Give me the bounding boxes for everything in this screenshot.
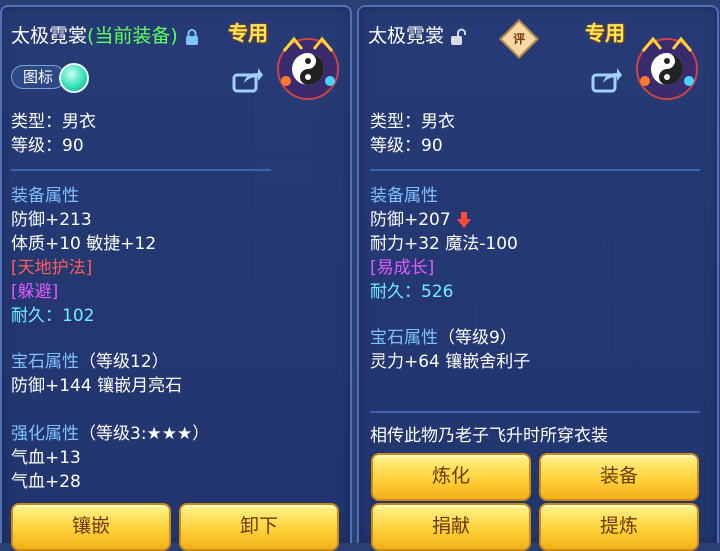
equipped-status: (当前装备): [87, 25, 178, 47]
equipped-item-panel: 太极霓裳(当前装备) 专用 图标 类型：男衣 等级：90 装备属性 防御+213…: [0, 5, 352, 551]
enhance-level: （等级3:★★★）: [79, 424, 210, 444]
compare-item-panel: 太极霓裳 评 专用 类型：男衣 等级：90 装备属性 防御+207 耐力+32 …: [357, 5, 719, 551]
divider: [370, 411, 700, 413]
durability: 耐久：526: [370, 282, 454, 302]
taiji-emblem-icon: [636, 36, 698, 100]
special-skill: [易成长]: [370, 258, 435, 278]
item-name: 太极霓裳: [11, 25, 88, 47]
rate-badge[interactable]: 评: [499, 19, 539, 59]
gem-level: （等级9）: [438, 328, 517, 348]
enhance-attr-line: 强化属性（等级3:★★★）: [11, 423, 209, 445]
base-stats: 体质+10 敏捷+12: [11, 234, 157, 254]
unlock-icon: [451, 28, 467, 45]
base-stats: 耐力+32 魔法-100: [370, 234, 518, 254]
taiji-emblem-icon: [277, 36, 339, 100]
item-name: 太极霓裳: [368, 25, 445, 47]
share-icon[interactable]: [591, 67, 623, 93]
icon-toggle[interactable]: 图标: [11, 63, 93, 93]
divider: [370, 169, 700, 171]
gem-detail: 灵力+64 镶嵌舍利子: [370, 352, 531, 372]
gem-header: 宝石属性: [11, 352, 79, 372]
toggle-knob-icon: [59, 63, 89, 93]
red-down-arrow-icon: [457, 212, 472, 228]
gem-header: 宝石属性: [370, 328, 438, 348]
refine-button[interactable]: 炼化: [371, 453, 531, 501]
special-tag: 专用: [228, 21, 268, 45]
attr-header: 装备属性: [370, 186, 438, 206]
enhance-stat-2: 气血+28: [11, 472, 81, 492]
enhance-stat-1: 气血+13: [11, 448, 81, 468]
special-tag: 专用: [585, 21, 625, 45]
attr-header: 装备属性: [11, 186, 79, 206]
gem-attr-line: 宝石属性（等级12）: [11, 351, 169, 373]
donate-button[interactable]: 捐献: [371, 503, 531, 551]
divider: [11, 169, 271, 171]
lock-icon: [185, 28, 198, 45]
item-title: 太极霓裳(当前装备): [11, 21, 200, 48]
defense-stat: 防御+213: [11, 210, 92, 230]
icon-toggle-label: 图标: [11, 65, 65, 89]
unequip-button[interactable]: 卸下: [179, 503, 339, 551]
gem-attr-line: 宝石属性（等级9）: [370, 327, 517, 349]
type-line: 类型：男衣: [370, 112, 455, 132]
rate-badge-label: 评: [512, 32, 525, 46]
level-line: 等级：90: [370, 136, 443, 156]
type-line: 类型：男衣: [11, 112, 96, 132]
special-skill: [天地护法]: [11, 258, 93, 278]
share-icon[interactable]: [232, 67, 264, 93]
durability: 耐久：102: [11, 306, 95, 326]
equip-button[interactable]: 装备: [539, 453, 699, 501]
special-effect: [躲避]: [11, 282, 59, 302]
inlay-button[interactable]: 镶嵌: [11, 503, 171, 551]
extract-button[interactable]: 提炼: [539, 503, 699, 551]
item-description: 相传此物乃老子飞升时所穿衣装: [370, 426, 608, 446]
gem-level: （等级12）: [79, 352, 169, 372]
defense-stat: 防御+207: [370, 210, 451, 230]
item-title: 太极霓裳: [368, 21, 468, 48]
defense-line: 防御+207: [370, 209, 472, 231]
enhance-header: 强化属性: [11, 424, 79, 444]
gem-detail: 防御+144 镶嵌月亮石: [11, 376, 183, 396]
level-line: 等级：90: [11, 136, 84, 156]
